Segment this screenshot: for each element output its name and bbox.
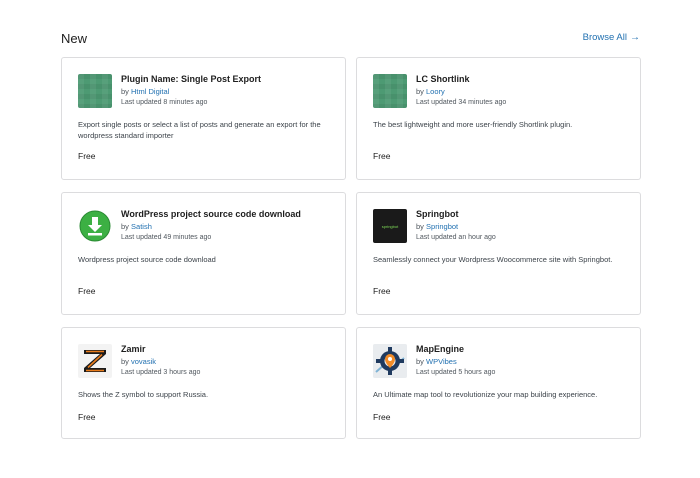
plugin-updated: Last updated 49 minutes ago xyxy=(121,234,212,241)
plugin-card[interactable]: Zamir by vovasik Last updated 3 hours ag… xyxy=(61,327,346,439)
green-pattern-icon xyxy=(78,74,112,108)
plugin-name[interactable]: WordPress project source code download xyxy=(121,209,301,220)
plugin-author-line: by Html Digital xyxy=(121,87,170,96)
plugin-card[interactable]: WordPress project source code download b… xyxy=(61,192,346,315)
plugin-author-line: by Satish xyxy=(121,222,152,231)
plugin-price: Free xyxy=(78,151,96,161)
springbot-logo-icon: springbot xyxy=(373,209,407,243)
plugin-author-line: by Springbot xyxy=(416,222,459,231)
plugin-author-line: by vovasik xyxy=(121,357,157,366)
browse-all-label: Browse All xyxy=(582,32,627,43)
plugin-author-link[interactable]: Html Digital xyxy=(131,87,169,96)
z-symbol-icon xyxy=(78,344,112,378)
plugin-description: The best lightweight and more user-frien… xyxy=(373,120,573,129)
plugin-price: Free xyxy=(373,286,391,296)
plugin-grid: Plugin Name: Single Post Export by Html … xyxy=(61,57,641,439)
plugin-card[interactable]: LC Shortlink by Loory Last updated 34 mi… xyxy=(356,57,641,180)
plugin-author-link[interactable]: Satish xyxy=(131,222,152,231)
plugin-price: Free xyxy=(373,151,391,161)
plugin-updated: Last updated 3 hours ago xyxy=(121,369,201,376)
plugin-author-link[interactable]: Loory xyxy=(426,87,445,96)
plugin-price: Free xyxy=(373,412,391,422)
plugin-name[interactable]: Zamir xyxy=(121,344,200,355)
plugin-name[interactable]: Plugin Name: Single Post Export xyxy=(121,74,261,85)
plugin-card[interactable]: MapEngine by WPVibes Last updated 5 hour… xyxy=(356,327,641,439)
download-icon xyxy=(78,209,112,243)
plugin-name[interactable]: Springbot xyxy=(416,209,496,220)
plugin-card[interactable]: Plugin Name: Single Post Export by Html … xyxy=(61,57,346,180)
plugin-updated: Last updated 5 hours ago xyxy=(416,369,496,376)
plugin-author-link[interactable]: WPVibes xyxy=(426,357,457,366)
plugin-author-line: by Loory xyxy=(416,87,445,96)
plugin-author-link[interactable]: Springbot xyxy=(426,222,458,231)
plugin-author-line: by WPVibes xyxy=(416,357,457,366)
green-pattern-icon xyxy=(373,74,407,108)
arrow-right-icon: → xyxy=(630,31,640,43)
plugin-updated: Last updated 34 minutes ago xyxy=(416,99,507,106)
browse-all-link[interactable]: Browse All → xyxy=(583,32,640,43)
plugin-card[interactable]: springbot Springbot by Springbot Last up… xyxy=(356,192,641,315)
plugin-updated: Last updated an hour ago xyxy=(416,234,496,241)
plugin-name[interactable]: LC Shortlink xyxy=(416,74,506,85)
map-gear-icon xyxy=(373,344,407,378)
plugin-description: Seamlessly connect your Wordpress Woocom… xyxy=(373,255,613,264)
plugin-price: Free xyxy=(78,412,96,422)
plugin-description: Export single posts or select a list of … xyxy=(78,120,321,140)
plugin-description: Shows the Z symbol to support Russia. xyxy=(78,390,209,399)
plugin-name[interactable]: MapEngine xyxy=(416,344,495,355)
plugin-description: An Ultimate map tool to revolutionize yo… xyxy=(373,390,598,399)
plugin-price: Free xyxy=(78,286,96,296)
plugin-description: Wordpress project source code download xyxy=(78,255,216,264)
plugin-updated: Last updated 8 minutes ago xyxy=(121,99,208,106)
plugin-author-link[interactable]: vovasik xyxy=(131,357,156,366)
section-title: New xyxy=(61,31,88,46)
